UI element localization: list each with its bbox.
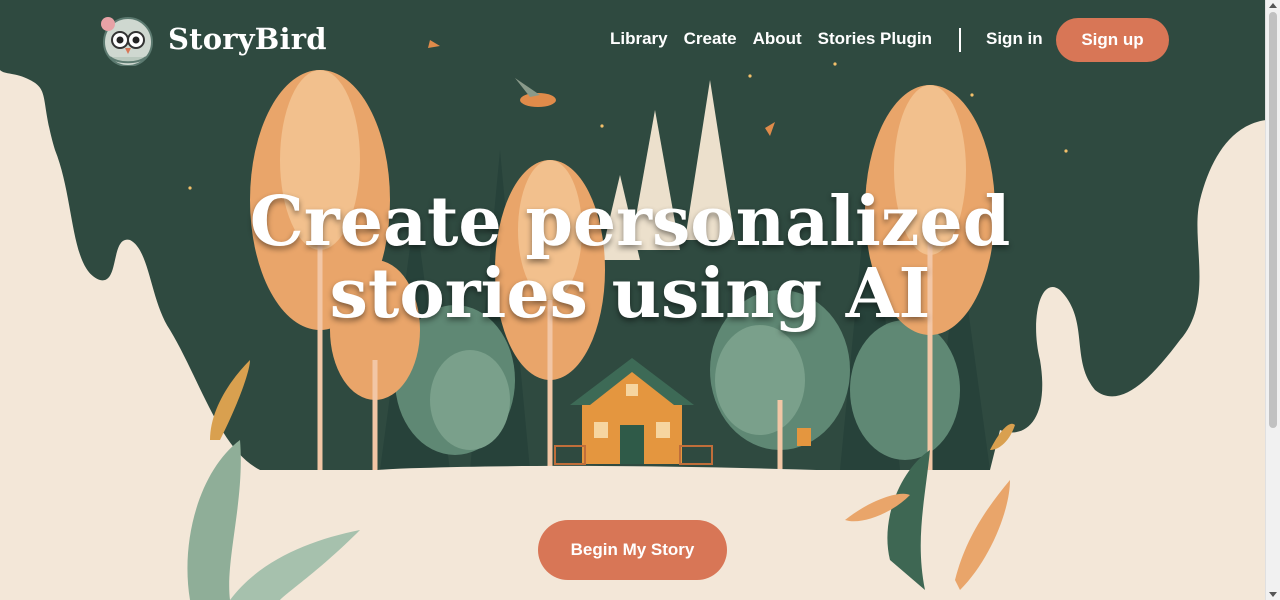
scroll-thumb[interactable]	[1269, 12, 1277, 428]
nav-link-stories-plugin[interactable]: Stories Plugin	[818, 29, 932, 49]
hero-headline: Create personalized stories using AI	[230, 186, 1030, 330]
scroll-down-arrow-icon[interactable]	[1269, 592, 1277, 597]
sign-in-link[interactable]: Sign in	[986, 29, 1043, 49]
hero-headline-line2: stories using AI	[329, 254, 931, 334]
top-navigation: StoryBird Library Create About Stories P…	[0, 0, 1266, 80]
owl-mascot-icon	[101, 17, 153, 66]
begin-my-story-button[interactable]: Begin My Story	[538, 520, 727, 580]
scroll-up-arrow-icon[interactable]	[1269, 3, 1277, 8]
brand-logo[interactable]: StoryBird	[98, 12, 327, 66]
nav-link-create[interactable]: Create	[684, 29, 737, 49]
nav-links: Library Create About Stories Plugin	[610, 29, 948, 49]
nav-link-library[interactable]: Library	[610, 29, 668, 49]
hero-section: StoryBird Library Create About Stories P…	[0, 0, 1266, 600]
page-scrollbar[interactable]	[1265, 0, 1280, 600]
nav-link-about[interactable]: About	[753, 29, 802, 49]
brand-name: StoryBird	[168, 22, 327, 56]
sign-up-button[interactable]: Sign up	[1056, 18, 1169, 62]
hero-headline-line1: Create personalized	[249, 182, 1011, 262]
nav-divider	[959, 28, 961, 52]
